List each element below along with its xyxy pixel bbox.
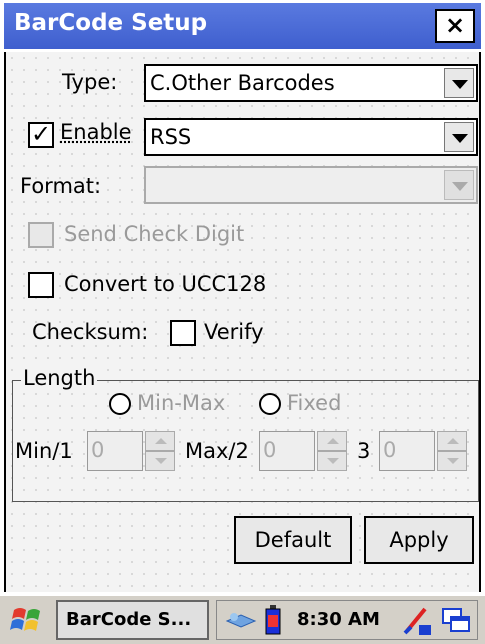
- windows-start-icon[interactable]: [10, 604, 46, 636]
- enable-checkbox[interactable]: [28, 120, 54, 148]
- symbology-dropdown-value: RSS: [150, 125, 192, 149]
- min-label: Min/1: [15, 439, 73, 463]
- fixed-radio[interactable]: [259, 393, 281, 415]
- max-value[interactable]: 0: [259, 431, 315, 471]
- battery-icon[interactable]: [265, 605, 281, 640]
- spin-up-icon[interactable]: [437, 431, 467, 451]
- format-label: Format:: [20, 174, 102, 198]
- min-value[interactable]: 0: [87, 431, 143, 471]
- dialog-client-area: Type: C.Other Barcodes Enable RSS Format…: [4, 52, 481, 592]
- send-check-digit-label: Send Check Digit: [64, 222, 245, 246]
- default-button[interactable]: Default: [234, 516, 352, 564]
- type-dropdown[interactable]: C.Other Barcodes: [144, 64, 478, 102]
- length-legend: Length: [21, 366, 98, 390]
- spin-down-icon[interactable]: [317, 451, 347, 471]
- close-icon: ×: [444, 11, 466, 39]
- type-dropdown-value: C.Other Barcodes: [150, 71, 335, 95]
- barcode-setup-window: BarCode Setup × Type: C.Other Barcodes E…: [0, 0, 485, 644]
- checksum-label: Checksum:: [32, 320, 149, 344]
- symbology-dropdown[interactable]: RSS: [144, 118, 478, 156]
- network-icon[interactable]: [225, 607, 257, 638]
- enable-label[interactable]: Enable: [60, 120, 132, 144]
- fixed-radio-label: Fixed: [287, 391, 342, 415]
- third-value[interactable]: 0: [379, 431, 435, 471]
- convert-ucc128-checkbox[interactable]: [28, 272, 54, 298]
- taskbar: BarCode S... 8:30 AM: [0, 594, 485, 644]
- length-groupbox: Length Min-Max Fixed Min/1 0 Max/2 0 3 0: [12, 366, 479, 502]
- spin-up-icon[interactable]: [145, 431, 175, 451]
- taskbar-task-barcode-setup[interactable]: BarCode S...: [56, 600, 209, 640]
- third-label: 3: [357, 439, 371, 463]
- close-button[interactable]: ×: [435, 9, 475, 43]
- dropdown-arrow-icon[interactable]: [444, 122, 474, 152]
- verify-label: Verify: [204, 320, 264, 344]
- spin-down-icon[interactable]: [437, 451, 467, 471]
- max-label: Max/2: [185, 439, 249, 463]
- title-bar: BarCode Setup ×: [0, 0, 485, 52]
- spin-up-icon[interactable]: [317, 431, 347, 451]
- system-tray: 8:30 AM: [216, 600, 478, 640]
- format-dropdown[interactable]: [144, 166, 478, 204]
- apply-button[interactable]: Apply: [364, 516, 474, 564]
- spin-down-icon[interactable]: [145, 451, 175, 471]
- clock[interactable]: 8:30 AM: [297, 609, 380, 630]
- window-title: BarCode Setup: [14, 10, 208, 36]
- dropdown-arrow-icon[interactable]: [444, 68, 474, 98]
- minmax-radio-label: Min-Max: [137, 391, 226, 415]
- task-switch-icon[interactable]: [441, 607, 471, 640]
- minmax-radio[interactable]: [109, 393, 131, 415]
- input-panel-icon[interactable]: [403, 605, 433, 642]
- convert-ucc128-label: Convert to UCC128: [64, 272, 267, 296]
- type-label: Type:: [62, 70, 118, 94]
- send-check-digit-checkbox[interactable]: [28, 222, 54, 248]
- dropdown-arrow-icon: [444, 170, 474, 200]
- verify-checkbox[interactable]: [170, 320, 196, 346]
